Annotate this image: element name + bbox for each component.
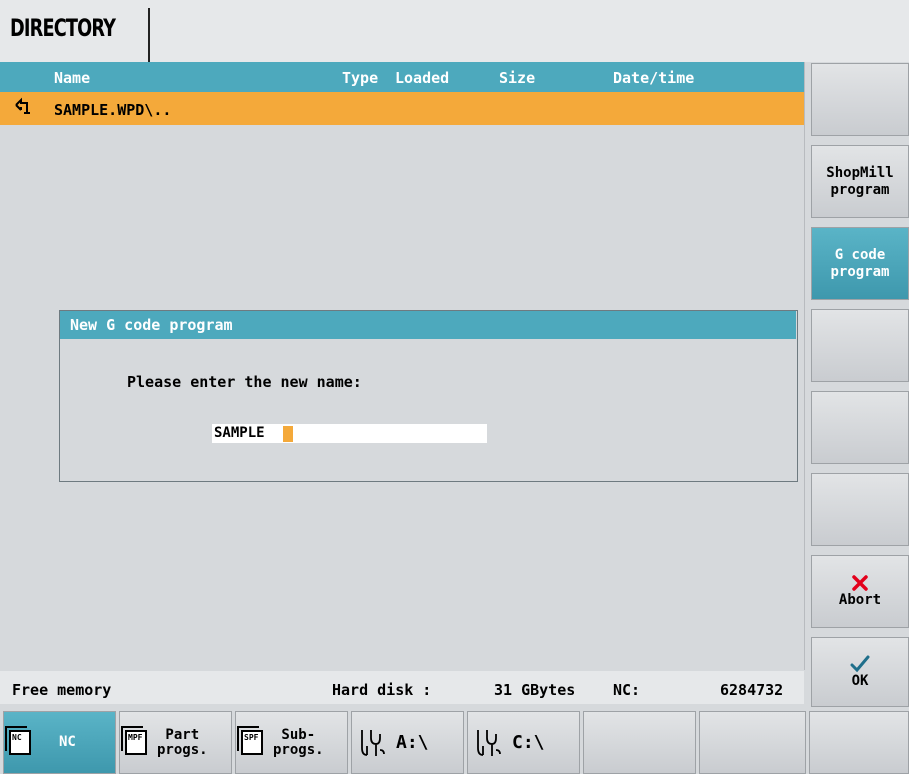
drive-c-label: C:\ (512, 732, 545, 753)
horizontal-softkey-7[interactable] (699, 711, 806, 774)
column-header-datetime[interactable]: Date/time (613, 69, 694, 87)
network-drive-icon (361, 729, 385, 756)
close-icon (852, 575, 868, 591)
drive-a-label: A:\ (396, 732, 429, 753)
part-label-line2: progs. (157, 741, 208, 758)
horizontal-softkey-8[interactable] (809, 711, 909, 774)
column-header-type[interactable]: Type (342, 69, 378, 87)
shopmill-program-button[interactable]: ShopMill program (811, 145, 909, 218)
column-header-name[interactable]: Name (54, 69, 90, 87)
dialog-title: New G code program (70, 316, 233, 334)
gcode-program-button[interactable]: G code program (811, 227, 909, 300)
vertical-softkey-6[interactable] (811, 473, 909, 546)
drive-a-button[interactable]: A:\ (351, 711, 464, 774)
checkmark-icon (850, 655, 870, 672)
nc-folder-icon: NC (5, 726, 31, 755)
column-header-loaded[interactable]: Loaded (395, 69, 449, 87)
nc-tab-button[interactable]: NC NC (3, 711, 116, 774)
vertical-softkey-1[interactable] (811, 63, 909, 136)
shopmill-label-line1: ShopMill (826, 164, 894, 181)
nc-memory-label: NC: (613, 681, 641, 699)
folder-up-icon (15, 97, 30, 114)
part-label-line1: Part (165, 726, 200, 743)
nc-tab-label: NC (59, 734, 76, 750)
gcode-label-line1: G code (834, 246, 886, 263)
title-separator (148, 8, 150, 62)
mpf-file-icon: MPF (121, 726, 147, 755)
sub-label-line2: progs. (273, 741, 324, 758)
abort-label: Abort (838, 592, 882, 608)
abort-button[interactable]: Abort (811, 555, 909, 628)
dialog-prompt: Please enter the new name: (127, 373, 362, 391)
title-bar (0, 0, 909, 62)
vertical-softkey-5[interactable] (811, 391, 909, 464)
ok-label: OK (851, 672, 869, 689)
horizontal-softkey-6[interactable] (583, 711, 696, 774)
column-header-size[interactable]: Size (499, 69, 535, 87)
spf-file-icon: SPF (237, 726, 263, 755)
hard-disk-value: 31 GBytes (494, 681, 576, 699)
shopmill-label-line2: program (830, 181, 890, 198)
sub-label-line1: Sub- (281, 726, 316, 743)
subprograms-button[interactable]: SPF Sub- progs. (235, 711, 348, 774)
hard-disk-label: Hard disk : (332, 681, 432, 699)
network-drive-icon (477, 729, 501, 756)
gcode-label-line2: program (830, 263, 890, 280)
text-cursor (283, 426, 293, 442)
window-title: DIRECTORY (10, 14, 116, 42)
part-programs-button[interactable]: MPF Part progs. (119, 711, 232, 774)
drive-c-button[interactable]: C:\ (467, 711, 580, 774)
ok-button[interactable]: OK (811, 637, 909, 707)
list-item-name: SAMPLE.WPD\.. (54, 101, 172, 119)
free-memory-label: Free memory (12, 681, 112, 699)
nc-memory-value: 6284732 (720, 681, 784, 699)
program-name-value: SAMPLE (214, 425, 265, 441)
vertical-softkey-4[interactable] (811, 309, 909, 382)
